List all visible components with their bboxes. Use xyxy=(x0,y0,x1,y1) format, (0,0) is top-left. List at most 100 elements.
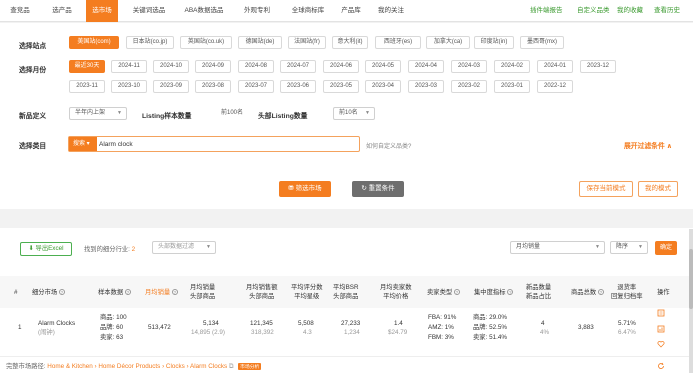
month-option[interactable]: 2024-06 xyxy=(323,60,359,73)
month-option[interactable]: 2024-09 xyxy=(195,60,231,73)
month-option[interactable]: 2023-08 xyxy=(195,80,231,93)
save-mode-button[interactable]: 保存当前模式 xyxy=(579,181,633,197)
help-icon[interactable]: ? xyxy=(453,289,460,296)
month-option[interactable]: 2023-01 xyxy=(494,80,530,93)
link-my-favorites[interactable]: 我的收藏 xyxy=(617,0,643,22)
col-actions: 操作 xyxy=(657,289,670,296)
chevron-down-icon: ▼ xyxy=(638,244,643,250)
market-name-link[interactable]: Alarm Clocks xyxy=(38,319,75,328)
col-bsr[interactable]: 平均BSR 头部商品 xyxy=(333,283,359,301)
col-new-products[interactable]: 新品数量 新品占比 xyxy=(526,283,551,301)
month-option[interactable]: 2023-12 xyxy=(580,60,616,73)
col-monthly-sales[interactable]: 月均销量 ? xyxy=(145,288,178,297)
concentration-sellers: 卖家: 51.4% xyxy=(473,334,507,341)
site-option-de[interactable]: 德国站(de) xyxy=(238,36,282,49)
found-number: 2 xyxy=(131,246,136,253)
site-option-it[interactable]: 意大利(it) xyxy=(332,36,368,49)
col-bounce[interactable]: 退货率 回复归档率 xyxy=(611,283,642,301)
site-option-es[interactable]: 西班牙(es) xyxy=(375,36,421,49)
filter-market-button[interactable]: ⛃ 筛选市场 xyxy=(279,181,331,197)
tab-products[interactable]: 选产品 xyxy=(46,0,78,22)
month-option[interactable]: 2023-03 xyxy=(408,80,444,93)
custom-category-help-link[interactable]: 如何自定义品类? xyxy=(366,141,411,150)
tab-product-library[interactable]: 产品库 xyxy=(338,0,364,22)
tab-design-patents[interactable]: 外观专利 xyxy=(240,0,274,22)
link-custom-category[interactable]: 自定义品类 xyxy=(577,0,610,22)
month-option[interactable]: 2023-06 xyxy=(280,80,316,93)
seller-amz: AMZ: 1% xyxy=(428,324,454,331)
month-option[interactable]: 2023-10 xyxy=(111,80,147,93)
site-option-uk[interactable]: 英国站(co.uk) xyxy=(180,36,232,49)
market-path-link[interactable]: Home & Kitchen › Home Décor Products › C… xyxy=(47,363,227,370)
reset-icon: ↻ xyxy=(361,185,367,192)
col-price[interactable]: 月均卖家数 平均价格 xyxy=(380,283,411,301)
month-option[interactable]: 2024-02 xyxy=(494,60,530,73)
site-option-fr[interactable]: 法国站(fr) xyxy=(288,36,326,49)
site-option-us[interactable]: 美国站(com) xyxy=(69,36,119,49)
category-search-input[interactable] xyxy=(99,138,354,150)
help-icon[interactable]: ? xyxy=(507,289,514,296)
month-option[interactable]: 2024-01 xyxy=(537,60,573,73)
month-option[interactable]: 2024-10 xyxy=(153,60,189,73)
head-listing-select[interactable]: 前10名 ▼ xyxy=(333,107,375,120)
scrollbar[interactable] xyxy=(689,229,693,373)
tab-keyword-selection[interactable]: 关键词选品 xyxy=(128,0,170,22)
help-icon[interactable]: ? xyxy=(171,289,178,296)
site-option-jp[interactable]: 日本站(co.jp) xyxy=(126,36,174,49)
head-data-filter-select[interactable]: 头部数据过滤 ▼ xyxy=(152,241,216,254)
month-option[interactable]: 2024-03 xyxy=(451,60,487,73)
head-data-filter-value: 头部数据过滤 xyxy=(158,244,195,250)
month-option[interactable]: 2023-02 xyxy=(451,80,487,93)
month-option[interactable]: 2023-09 xyxy=(153,80,189,93)
month-option[interactable]: 2023-05 xyxy=(323,80,359,93)
site-option-in[interactable]: 印度站(in) xyxy=(474,36,514,49)
month-option[interactable]: 2023-04 xyxy=(365,80,401,93)
seller-fbm: FBM: 3% xyxy=(428,334,454,341)
new-product-select[interactable]: 半年内上架 ▼ xyxy=(69,107,127,120)
market-analysis-badge[interactable]: 市场分析 xyxy=(238,363,262,370)
export-excel-button[interactable]: ⬇ 导出Excel xyxy=(20,242,72,256)
month-option[interactable]: 2023-07 xyxy=(238,80,274,93)
report-icon[interactable] xyxy=(657,309,665,317)
month-option[interactable]: 2024-04 xyxy=(408,60,444,73)
scrollbar-thumb[interactable] xyxy=(689,249,693,309)
site-option-ca[interactable]: 加拿大(ca) xyxy=(426,36,470,49)
help-icon[interactable]: ? xyxy=(124,289,131,296)
sort-order-select[interactable]: 降序 ▼ xyxy=(610,241,648,254)
link-history[interactable]: 查看历史 xyxy=(654,0,680,22)
search-type-select[interactable]: 搜索 ▾ xyxy=(69,137,97,151)
sort-field-select[interactable]: 月均销量 ▼ xyxy=(510,241,605,254)
month-option[interactable]: 2024-11 xyxy=(111,60,147,73)
col-reviews[interactable]: 平均评分数 平均星级 xyxy=(291,283,322,301)
copy-icon[interactable]: ⧉ xyxy=(229,363,234,370)
col-head-sales[interactable]: 月均销量 头部商品 xyxy=(190,283,215,301)
confirm-sort-button[interactable]: 确定 xyxy=(655,241,677,255)
month-option[interactable]: 2023-11 xyxy=(69,80,105,93)
tab-my-follows[interactable]: 我的关注 xyxy=(374,0,408,22)
heart-icon[interactable] xyxy=(657,340,665,348)
refresh-icon[interactable] xyxy=(657,362,665,370)
help-icon[interactable]: ? xyxy=(58,289,65,296)
month-option[interactable]: 2024-08 xyxy=(238,60,274,73)
chart-icon[interactable] xyxy=(657,325,665,333)
price-sub: $24.79 xyxy=(388,329,408,336)
month-option[interactable]: 2024-07 xyxy=(280,60,316,73)
listing-sample-select[interactable]: 前100名 xyxy=(215,107,255,120)
site-option-mx[interactable]: 墨西哥(mx) xyxy=(520,36,564,49)
tab-markets[interactable]: 选市场 xyxy=(86,0,118,22)
help-icon[interactable]: ? xyxy=(597,289,604,296)
month-option[interactable]: 2022-12 xyxy=(537,80,573,93)
tab-aba-selection[interactable]: ABA数据选品 xyxy=(180,0,228,22)
total-products-value: 3,883 xyxy=(578,324,594,331)
col-revenue[interactable]: 月均销售额 头部商品 xyxy=(246,283,277,301)
listing-sample-label: Listing样本数量 xyxy=(142,113,192,120)
month-option[interactable]: 2024-05 xyxy=(365,60,401,73)
expand-filters-link[interactable]: 展开过滤条件 ∧ xyxy=(624,140,672,150)
my-mode-button[interactable]: 我的模式 xyxy=(638,181,678,197)
month-option-last30[interactable]: 最近30天 xyxy=(69,60,105,73)
tab-competitors[interactable]: 查竞品 xyxy=(4,0,36,22)
reset-button[interactable]: ↻ 重置条件 xyxy=(352,181,404,197)
link-plugin-report[interactable]: 插件端报告 xyxy=(530,0,563,22)
tab-trademarks[interactable]: 全球商标库 xyxy=(286,0,330,22)
chevron-down-icon: ▼ xyxy=(117,110,122,116)
